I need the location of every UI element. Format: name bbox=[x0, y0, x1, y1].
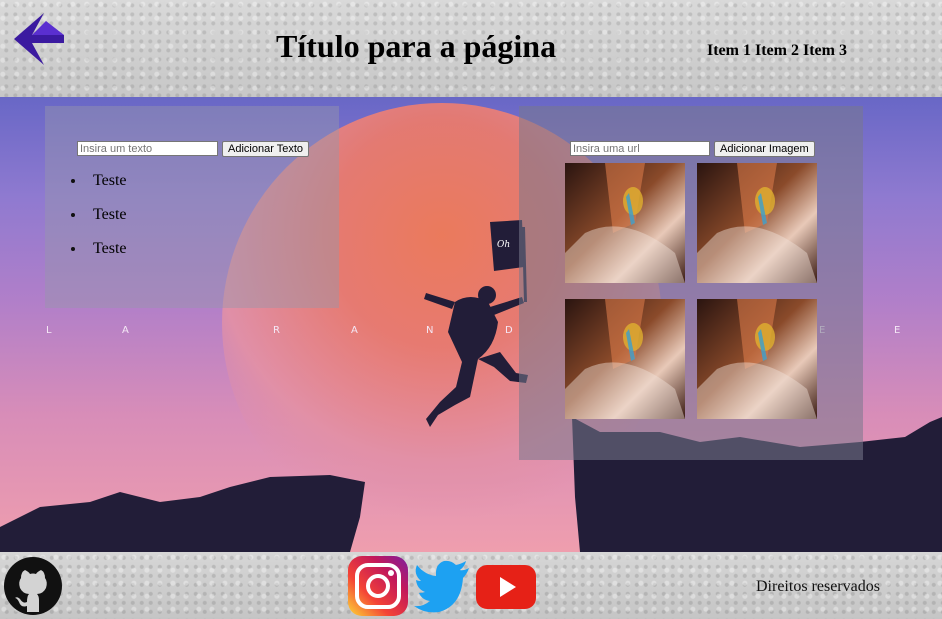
jumper-figure: Oh bbox=[424, 220, 528, 427]
add-image-button[interactable]: Adicionar Imagem bbox=[714, 141, 815, 157]
header: Título para a página Item 1 Item 2 Item 3 bbox=[0, 0, 942, 97]
copyright-text: Direitos reservados bbox=[756, 578, 880, 595]
bullet bbox=[71, 179, 75, 183]
list-item: Teste bbox=[71, 240, 127, 274]
portrait-image bbox=[697, 299, 817, 419]
gallery-image bbox=[565, 299, 685, 419]
list-item-text: Teste bbox=[93, 240, 127, 257]
bullet bbox=[71, 213, 75, 217]
list-item-text: Teste bbox=[93, 206, 127, 223]
bullet bbox=[71, 247, 75, 251]
youtube-icon[interactable] bbox=[476, 565, 536, 609]
instagram-icon[interactable] bbox=[348, 556, 408, 616]
nav-item-3[interactable]: Item 3 bbox=[803, 42, 847, 59]
list-item: Teste bbox=[71, 172, 127, 206]
nav-item-2[interactable]: Item 2 bbox=[755, 42, 799, 59]
github-icon[interactable] bbox=[3, 556, 63, 616]
main-scene: L A R A N D E E Oh Adicionar Texto Teste… bbox=[0, 97, 942, 552]
text-panel: Adicionar Texto Teste Teste Teste bbox=[45, 106, 339, 308]
portrait-image bbox=[697, 163, 817, 283]
svg-text:Oh: Oh bbox=[497, 240, 510, 250]
gallery-image bbox=[697, 299, 817, 419]
list-item-text: Teste bbox=[93, 172, 127, 189]
page-title: Título para a página bbox=[276, 28, 557, 64]
add-text-button[interactable]: Adicionar Texto bbox=[222, 141, 310, 157]
text-list: Teste Teste Teste bbox=[71, 172, 127, 274]
gallery-image bbox=[697, 163, 817, 283]
portrait-image bbox=[565, 299, 685, 419]
url-input[interactable] bbox=[570, 141, 710, 156]
nav-menu: Item 1 Item 2 Item 3 bbox=[707, 42, 851, 60]
text-input[interactable] bbox=[77, 141, 218, 156]
paper-plane-icon[interactable] bbox=[10, 9, 66, 67]
list-item: Teste bbox=[71, 206, 127, 240]
image-panel: Adicionar Imagem bbox=[519, 106, 863, 460]
twitter-icon[interactable] bbox=[413, 556, 471, 616]
nav-item-1[interactable]: Item 1 bbox=[707, 42, 751, 59]
footer: Direitos reservados bbox=[0, 552, 942, 619]
portrait-image bbox=[565, 163, 685, 283]
gallery-image bbox=[565, 163, 685, 283]
